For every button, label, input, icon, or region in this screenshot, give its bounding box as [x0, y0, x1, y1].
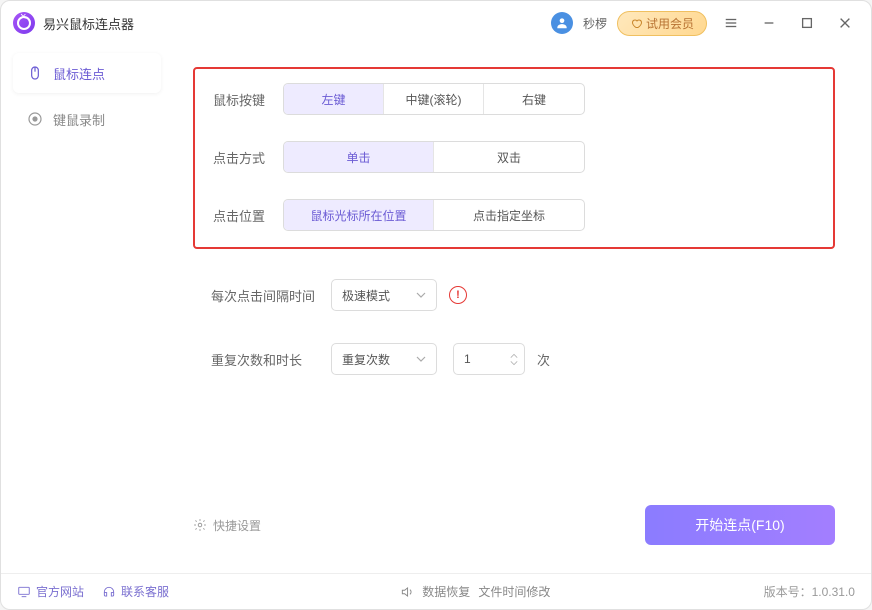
chevron-down-icon [416, 290, 426, 300]
avatar-icon[interactable] [551, 12, 573, 34]
chevron-down-icon [416, 354, 426, 364]
repeat-unit: 次 [537, 350, 550, 369]
app-window: 易兴鼠标连点器 秒椤 试用会员 [0, 0, 872, 610]
mouse-button-left[interactable]: 左键 [284, 84, 384, 114]
repeat-label: 重复次数和时长 [211, 350, 331, 369]
warning-icon[interactable]: ! [449, 286, 467, 304]
click-position-segment: 鼠标光标所在位置 点击指定坐标 [283, 199, 585, 231]
speaker-icon [400, 585, 414, 599]
quick-settings-link[interactable]: 快捷设置 [193, 517, 261, 534]
data-restore-link[interactable]: 数据恢复 [422, 583, 470, 600]
trial-member-button[interactable]: 试用会员 [617, 11, 707, 36]
chevron-up-icon[interactable] [510, 353, 518, 359]
username[interactable]: 秒椤 [583, 15, 607, 32]
version-label: 版本号：1.0.31.0 [764, 583, 855, 600]
click-method-segment: 单击 双击 [283, 141, 585, 173]
gear-icon [193, 518, 207, 532]
sidebar: 鼠标连点 键鼠录制 [7, 45, 167, 573]
interval-label: 每次点击间隔时间 [211, 286, 331, 305]
app-logo-icon [13, 12, 35, 34]
sidebar-item-label: 鼠标连点 [53, 64, 105, 83]
monitor-icon [17, 585, 31, 599]
titlebar: 易兴鼠标连点器 秒椤 试用会员 [1, 1, 871, 45]
headset-icon [102, 585, 116, 599]
mouse-button-segment: 左键 中键(滚轮) 右键 [283, 83, 585, 115]
click-position-label: 点击位置 [213, 206, 283, 225]
click-method-double[interactable]: 双击 [434, 142, 584, 172]
mouse-icon [27, 65, 43, 81]
start-button[interactable]: 开始连点(F10) [645, 505, 835, 545]
sidebar-item-label: 键鼠录制 [53, 110, 105, 129]
maximize-button[interactable] [793, 9, 821, 37]
close-button[interactable] [831, 9, 859, 37]
highlighted-settings-box: 鼠标按键 左键 中键(滚轮) 右键 点击方式 单击 双击 点击位置 [193, 67, 835, 249]
repeat-mode-select[interactable]: 重复次数 [331, 343, 437, 375]
website-link[interactable]: 官方网站 [17, 583, 84, 600]
click-position-cursor[interactable]: 鼠标光标所在位置 [284, 200, 434, 230]
app-title: 易兴鼠标连点器 [43, 14, 134, 33]
footer: 官方网站 联系客服 数据恢复 文件时间修改 版本号：1.0.31.0 [1, 573, 871, 609]
record-icon [27, 111, 43, 127]
mouse-button-label: 鼠标按键 [213, 90, 283, 109]
chevron-down-icon[interactable] [510, 360, 518, 366]
click-position-coords[interactable]: 点击指定坐标 [434, 200, 584, 230]
mouse-button-right[interactable]: 右键 [484, 84, 584, 114]
menu-button[interactable] [717, 9, 745, 37]
minimize-button[interactable] [755, 9, 783, 37]
sidebar-item-mouse-click[interactable]: 鼠标连点 [13, 53, 161, 93]
filetime-link[interactable]: 文件时间修改 [478, 583, 550, 600]
sidebar-item-record[interactable]: 键鼠录制 [13, 99, 161, 139]
click-method-single[interactable]: 单击 [284, 142, 434, 172]
mouse-button-middle[interactable]: 中键(滚轮) [384, 84, 484, 114]
repeat-count-stepper[interactable]: 1 [453, 343, 525, 375]
content-panel: 鼠标按键 左键 中键(滚轮) 右键 点击方式 单击 双击 点击位置 [167, 49, 861, 563]
interval-mode-select[interactable]: 极速模式 [331, 279, 437, 311]
click-method-label: 点击方式 [213, 148, 283, 167]
support-link[interactable]: 联系客服 [102, 583, 169, 600]
